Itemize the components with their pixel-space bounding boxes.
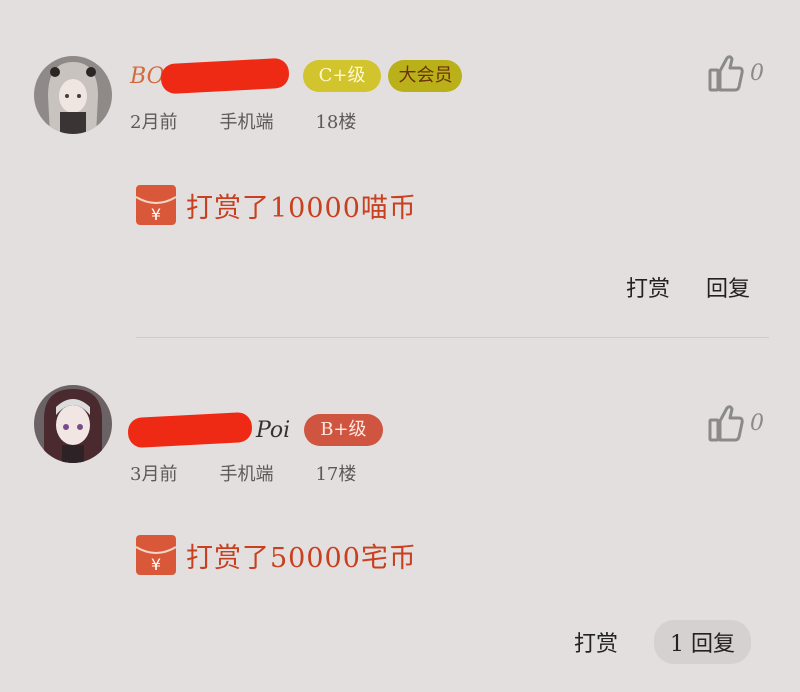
level-badge: B+级 <box>304 414 383 446</box>
reply-button[interactable]: 1 回复 <box>654 620 752 664</box>
username[interactable]: Poi <box>256 418 290 443</box>
tip-button[interactable]: 打赏 <box>626 271 670 303</box>
user-name-row: BO C+级 大会员 <box>130 57 469 95</box>
red-envelope-icon: ¥ <box>135 535 177 575</box>
device-label: 手机端 <box>219 112 274 133</box>
user-name-row: Poi B+级 <box>127 411 390 449</box>
vip-badge: 大会员 <box>388 60 463 92</box>
thumbs-up-icon <box>708 55 744 92</box>
svg-text:¥: ¥ <box>151 205 161 224</box>
tip-button[interactable]: 打赏 <box>574 626 618 658</box>
redaction-mark <box>159 57 290 95</box>
like-button[interactable]: 0 <box>708 54 764 92</box>
floor-number: 17楼 <box>315 464 357 485</box>
comment-18: BO C+级 大会员 2月前 手机端 18楼 0 ¥ 打赏了10000喵币 打赏… <box>0 0 800 338</box>
like-button[interactable]: 0 <box>708 404 764 442</box>
comment-17: Poi B+级 3月前 手机端 17楼 0 ¥ 打赏了50000宅币 打赏 1 … <box>0 340 800 692</box>
divider <box>136 337 769 338</box>
username[interactable]: BO <box>130 64 165 89</box>
reward-text: 打赏了10000喵币 <box>186 192 417 224</box>
reward-text: 打赏了50000宅币 <box>186 542 417 574</box>
avatar[interactable] <box>34 56 112 134</box>
device-label: 手机端 <box>219 464 274 485</box>
redaction-mark <box>127 411 253 449</box>
post-time: 2月前 <box>130 112 178 133</box>
comment-actions: 打赏 回复 <box>626 271 750 303</box>
like-count: 0 <box>750 60 764 86</box>
svg-text:¥: ¥ <box>151 555 161 574</box>
reward-message: ¥ 打赏了10000喵币 <box>134 183 417 227</box>
reward-message: ¥ 打赏了50000宅币 <box>134 533 417 577</box>
comment-meta: 3月前 手机端 17楼 <box>130 460 398 486</box>
reply-button[interactable]: 回复 <box>706 271 750 303</box>
comment-actions: 打赏 1 回复 <box>574 620 752 664</box>
avatar[interactable] <box>34 385 112 463</box>
level-badge: C+级 <box>302 60 382 92</box>
red-envelope-icon: ¥ <box>135 185 177 225</box>
comment-meta: 2月前 手机端 18楼 <box>130 108 398 134</box>
like-count: 0 <box>750 410 764 436</box>
floor-number: 18楼 <box>315 112 357 133</box>
thumbs-up-icon <box>708 405 744 442</box>
post-time: 3月前 <box>130 464 178 485</box>
